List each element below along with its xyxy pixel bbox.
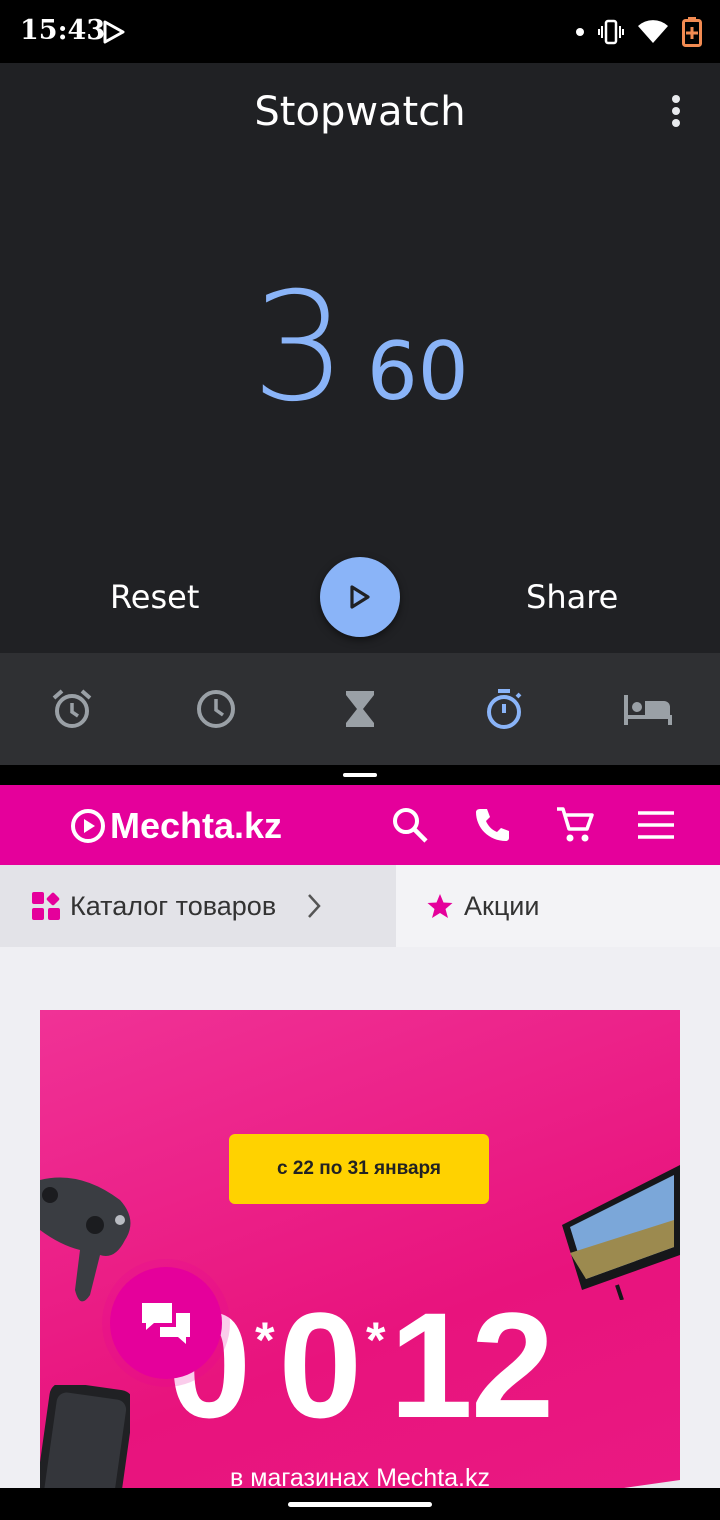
vibrate-icon xyxy=(598,19,624,45)
tab-alarm[interactable] xyxy=(0,653,144,765)
overflow-dot-icon xyxy=(672,119,680,127)
promotions-button[interactable]: Акции xyxy=(396,865,720,947)
notification-dot xyxy=(576,28,584,36)
split-screen-divider[interactable] xyxy=(0,765,720,785)
cart-icon[interactable] xyxy=(555,805,595,845)
tab-clock[interactable] xyxy=(144,653,288,765)
overflow-dot-icon xyxy=(672,95,680,103)
phone-icon[interactable] xyxy=(472,805,512,845)
site-header: Mechta.kz xyxy=(0,785,720,865)
bed-icon xyxy=(624,695,672,725)
chat-button[interactable] xyxy=(110,1267,222,1379)
chevron-right-icon xyxy=(308,894,321,918)
wifi-icon xyxy=(638,20,668,43)
promo-number-2: 0 xyxy=(278,1281,362,1449)
catalog-label: Каталог товаров xyxy=(70,890,277,921)
logo-play-icon xyxy=(71,809,105,843)
tab-timer[interactable] xyxy=(288,653,432,765)
more-options-button[interactable] xyxy=(662,93,690,129)
promo-banner[interactable]: с 22 по 31 января 0 *0 *12 в магазинах Mec… xyxy=(40,1010,680,1488)
status-icons xyxy=(576,16,702,48)
mechta-app: Mechta.kz Каталог товаров Акции с 22 по … xyxy=(0,785,720,1488)
promo-star-1: * xyxy=(255,1312,275,1368)
clock-icon xyxy=(197,690,235,728)
page-title: Stopwatch xyxy=(254,89,466,135)
home-gesture-handle[interactable] xyxy=(288,1502,432,1507)
logo-text: Mechta.kz xyxy=(110,805,283,846)
stopwatch-hundredths: 60 xyxy=(366,325,469,418)
alarm-icon xyxy=(52,689,92,728)
promo-subtitle: в магазинах Mechta.kz xyxy=(229,1464,491,1488)
status-time: 15:43 xyxy=(20,15,106,46)
tab-stopwatch[interactable] xyxy=(432,653,576,765)
chat-icon xyxy=(142,1303,190,1344)
timer-icon xyxy=(346,691,374,727)
tab-bedtime[interactable] xyxy=(576,653,720,765)
divider-handle[interactable] xyxy=(343,773,377,777)
stopwatch-icon xyxy=(487,689,522,729)
reset-button[interactable]: Reset xyxy=(110,578,199,616)
logo[interactable]: Mechta.kz xyxy=(70,805,282,847)
menu-icon[interactable] xyxy=(636,805,676,845)
bottom-tab-bar xyxy=(0,653,720,765)
status-bar: 15:43 xyxy=(0,0,720,63)
share-button[interactable]: Share xyxy=(526,578,618,616)
play-icon xyxy=(350,585,370,609)
battery-saver-icon xyxy=(682,17,702,47)
sub-navigation: Каталог товаров Акции xyxy=(0,865,720,947)
overflow-dot-icon xyxy=(672,107,680,115)
promotions-label: Акции xyxy=(464,890,540,921)
clock-app: Stopwatch 3 60 Reset Share xyxy=(0,63,720,765)
promo-star-2: * xyxy=(366,1312,386,1368)
start-button[interactable] xyxy=(320,557,400,637)
stopwatch-seconds: 3 xyxy=(251,261,347,435)
play-store-icon xyxy=(103,20,125,44)
promo-date-badge: с 22 по 31 января xyxy=(229,1134,489,1204)
promo-number-3: 12 xyxy=(389,1281,554,1449)
catalog-grid-icon xyxy=(32,892,60,920)
star-icon xyxy=(427,894,453,918)
search-icon[interactable] xyxy=(390,805,430,845)
stopwatch-time: 3 60 xyxy=(0,273,720,423)
tv-image xyxy=(562,1165,680,1300)
system-navigation-bar xyxy=(0,1488,720,1520)
catalog-button[interactable]: Каталог товаров xyxy=(0,865,396,947)
